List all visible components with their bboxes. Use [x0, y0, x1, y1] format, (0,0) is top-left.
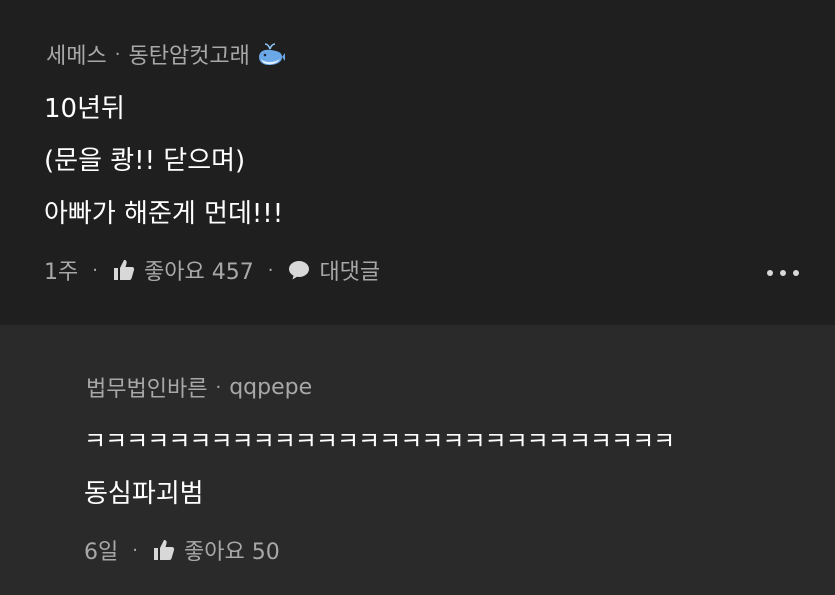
- comment-text-line: ㅋㅋㅋㅋㅋㅋㅋㅋㅋㅋㅋㅋㅋㅋㅋㅋㅋㅋㅋㅋㅋㅋㅋㅋㅋㅋㅋㅋ: [84, 427, 675, 455]
- thumbs-up-icon: [113, 260, 135, 280]
- comment-author[interactable]: 세메스: [46, 38, 107, 70]
- comment-nickname[interactable]: 동탄암컷고래: [128, 38, 249, 70]
- reply-button[interactable]: 대댓글: [287, 254, 380, 286]
- comment-time: 6일: [84, 540, 119, 565]
- top-comment: 세메스 · 동탄암컷고래 10년뒤 (문을 쾅!! 닫으며) 아빠가 해준게 먼…: [0, 0, 835, 325]
- comment-text-line: 10년뒤: [44, 94, 125, 124]
- comment-author[interactable]: 법무법인바른: [86, 371, 207, 403]
- whale-icon: [258, 43, 285, 65]
- meta-separator: ·: [114, 43, 121, 65]
- speech-bubble-icon: [289, 261, 310, 280]
- comment-nickname[interactable]: qqpepe: [229, 375, 312, 400]
- comment-text-line: (문을 쾅!! 닫으며): [44, 146, 246, 176]
- comment-text-line: 아빠가 해준게 먼데!!!: [44, 199, 284, 229]
- more-dot: [767, 270, 773, 276]
- meta-separator: ·: [215, 376, 222, 398]
- more-dot: [793, 270, 799, 276]
- action-separator: ·: [132, 539, 138, 561]
- more-dot: [780, 270, 786, 276]
- reply-label: 대댓글: [319, 260, 381, 285]
- comment-meta: 세메스 · 동탄암컷고래: [46, 38, 286, 70]
- like-button[interactable]: 좋아요 50: [152, 534, 280, 566]
- reply-comment: 법무법인바른 · qqpepe ㅋㅋㅋㅋㅋㅋㅋㅋㅋㅋㅋㅋㅋㅋㅋㅋㅋㅋㅋㅋㅋㅋㅋㅋ…: [0, 325, 835, 595]
- action-separator: ·: [92, 259, 98, 281]
- comment-time: 1주: [44, 260, 79, 285]
- like-count-label: 좋아요 457: [143, 260, 254, 285]
- like-count-label: 좋아요 50: [183, 540, 280, 565]
- comment-actions: 6일 · 좋아요 50: [84, 534, 280, 566]
- comment-text-line: 동심파괴범: [84, 479, 204, 509]
- more-options-icon[interactable]: [767, 270, 799, 276]
- action-separator: ·: [267, 259, 274, 281]
- comment-meta: 법무법인바른 · qqpepe: [86, 371, 312, 403]
- like-button[interactable]: 좋아요 457: [112, 254, 254, 286]
- comment-actions: 1주 · 좋아요 457 · 대댓글: [44, 254, 380, 286]
- thumbs-up-icon: [153, 540, 175, 560]
